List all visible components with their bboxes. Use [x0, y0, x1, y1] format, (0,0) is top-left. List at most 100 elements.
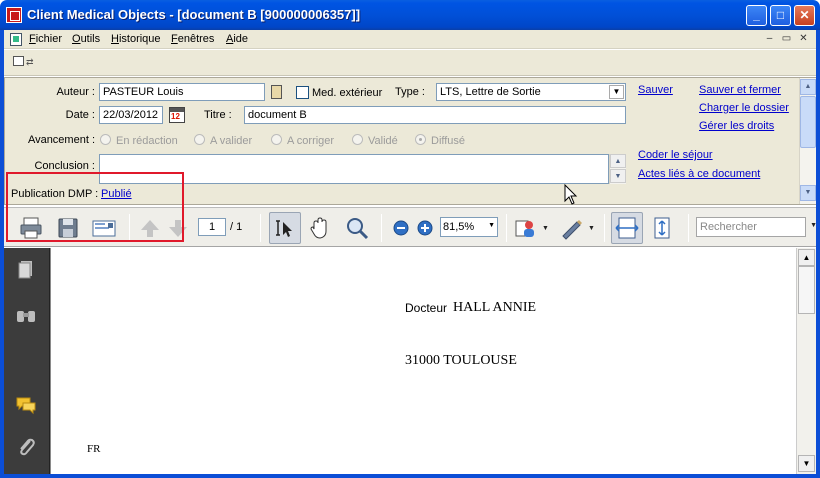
conclusion-scrollbar[interactable]: ▲ ▼: [609, 154, 626, 184]
title-input[interactable]: document B: [244, 106, 626, 124]
menu-aide[interactable]: Aide: [226, 33, 248, 45]
save-close-link[interactable]: Sauver et fermer: [699, 84, 781, 96]
address-book-icon[interactable]: [271, 85, 282, 99]
form-scrollbar[interactable]: ▲ ▼: [799, 78, 816, 204]
mdi-close-button[interactable]: ✕: [797, 33, 810, 45]
mouse-cursor-icon: [564, 184, 578, 205]
chevron-down-icon[interactable]: ▼: [488, 222, 495, 229]
toolbar-separator: [506, 214, 507, 242]
date-input[interactable]: 22/03/2012: [99, 106, 163, 124]
progress-label: Avancement :: [27, 134, 95, 146]
binoculars-icon[interactable]: [15, 304, 37, 326]
type-label: Type :: [395, 86, 425, 98]
scroll-thumb[interactable]: [798, 266, 815, 314]
maximize-button[interactable]: □: [770, 5, 791, 26]
scroll-up-icon[interactable]: ▲: [610, 154, 626, 168]
page-number-input[interactable]: 1: [198, 218, 226, 236]
doc-address-city: 31000 TOULOUSE: [405, 353, 517, 368]
radio-label-en-redaction: En rédaction: [116, 135, 178, 147]
menu-bar: Fichier Outils Historique Fenêtres Aide …: [4, 30, 816, 49]
annotation-pen-icon[interactable]: [558, 215, 584, 241]
chevron-down-icon[interactable]: ▼: [609, 85, 624, 99]
minimize-button[interactable]: _: [746, 5, 767, 26]
zoom-level-select[interactable]: 81,5% ▼: [440, 217, 498, 237]
toolbar-separator: [604, 214, 605, 242]
med-ext-checkbox[interactable]: [296, 86, 309, 99]
zoom-tool-icon[interactable]: [344, 215, 370, 241]
radio-label-diffuse: Diffusé: [431, 135, 466, 147]
title-label: Titre :: [204, 109, 232, 121]
fit-page-icon[interactable]: [649, 215, 675, 241]
save-link[interactable]: Sauver: [638, 84, 673, 96]
date-label: Date :: [65, 109, 95, 121]
secondary-toolbar: ⇄: [4, 50, 816, 76]
radio-diffuse[interactable]: [415, 134, 426, 145]
code-stay-link[interactable]: Coder le séjour: [638, 149, 713, 161]
conclusion-label: Conclusion :: [34, 160, 95, 172]
chevron-down-icon[interactable]: ▼: [542, 225, 549, 232]
scroll-thumb[interactable]: [800, 96, 816, 148]
radio-valide[interactable]: [352, 134, 363, 145]
radio-a-valider[interactable]: [194, 134, 205, 145]
calendar-icon[interactable]: 12: [169, 107, 185, 123]
author-input[interactable]: PASTEUR Louis: [99, 83, 265, 101]
select-tool-button[interactable]: [269, 212, 301, 244]
switch-view-icon[interactable]: ⇄: [13, 55, 34, 71]
scroll-down-icon[interactable]: ▼: [610, 169, 626, 183]
doc-doctor-name: HALL ANNIE: [453, 300, 537, 315]
scroll-up-icon[interactable]: ▲: [800, 79, 816, 95]
collaboration-icon[interactable]: [512, 215, 538, 241]
manage-rights-link[interactable]: Gérer les droits: [699, 120, 774, 132]
type-select[interactable]: LTS, Lettre de Sortie ▼: [436, 83, 626, 101]
menu-fichier[interactable]: Fichier: [29, 33, 62, 45]
menu-historique[interactable]: Historique: [111, 33, 161, 45]
mdi-restore-button[interactable]: ▭: [780, 33, 793, 45]
scroll-down-icon[interactable]: ▼: [798, 455, 815, 472]
chevron-down-icon[interactable]: ▼: [588, 225, 595, 232]
radio-a-corriger[interactable]: [271, 134, 282, 145]
window-frame-bottom: [0, 474, 820, 478]
menu-outils[interactable]: Outils: [72, 33, 100, 45]
zoom-level-value: 81,5%: [443, 221, 475, 233]
toolbar-separator: [260, 214, 261, 242]
text-select-icon: [276, 220, 292, 237]
search-placeholder: Rechercher: [700, 221, 757, 233]
window-title: Client Medical Objects - [document B [90…: [27, 7, 361, 22]
toolbar-separator: [381, 214, 382, 242]
pages-icon[interactable]: [15, 258, 37, 280]
scroll-down-icon[interactable]: ▼: [800, 185, 816, 201]
highlight-box: [6, 172, 184, 242]
fit-width-icon: [615, 217, 639, 239]
chevron-down-icon[interactable]: ▼: [810, 222, 817, 229]
doc-country: FR: [87, 443, 101, 455]
title-bar: Client Medical Objects - [document B [90…: [0, 0, 820, 30]
calendar-badge: 12: [171, 112, 180, 121]
load-folder-link[interactable]: Charger le dossier: [699, 102, 789, 114]
window-frame-right: [816, 30, 820, 478]
document-scrollbar[interactable]: ▲ ▼: [796, 248, 816, 474]
scroll-up-icon[interactable]: ▲: [798, 249, 815, 266]
linked-acts-link[interactable]: Actes liés à ce document: [638, 168, 760, 180]
zoom-out-icon[interactable]: [388, 215, 414, 241]
app-icon: [6, 7, 22, 23]
close-button[interactable]: ✕: [794, 5, 815, 26]
menu-fenetres[interactable]: Fenêtres: [171, 33, 214, 45]
page-total: / 1: [230, 221, 243, 233]
mdi-minimize-button[interactable]: –: [763, 33, 776, 45]
med-ext-label: Med. extérieur: [312, 87, 383, 99]
radio-label-valide: Validé: [368, 135, 398, 147]
type-select-value: LTS, Lettre de Sortie: [440, 86, 541, 98]
attachments-icon[interactable]: [15, 436, 37, 458]
document-page: Docteur HALL ANNIE 31000 TOULOUSE FR: [50, 248, 796, 474]
fit-width-button[interactable]: [611, 212, 643, 244]
toolbar-separator: [688, 214, 689, 242]
comments-icon[interactable]: [15, 394, 37, 416]
search-input[interactable]: Rechercher ▼: [696, 217, 817, 237]
radio-label-a-valider: A valider: [210, 135, 253, 147]
radio-en-redaction[interactable]: [100, 134, 111, 145]
zoom-in-icon[interactable]: [412, 215, 438, 241]
author-label: Auteur :: [56, 86, 95, 98]
document-icon[interactable]: [10, 33, 22, 46]
navigation-panel: [4, 248, 50, 474]
hand-tool-icon[interactable]: [307, 215, 333, 241]
